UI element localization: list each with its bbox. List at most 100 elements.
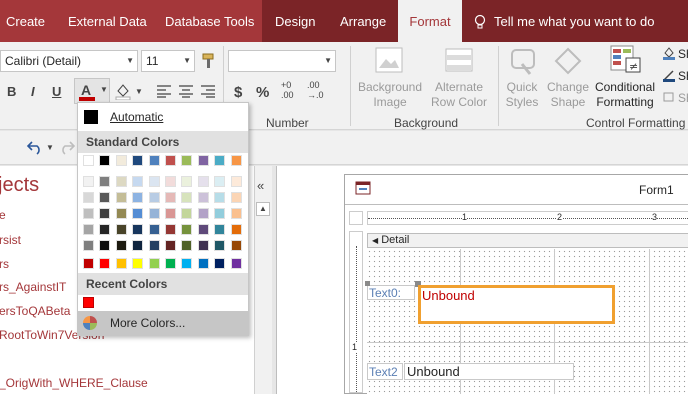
color-swatch[interactable] [214, 258, 226, 269]
color-swatch[interactable] [214, 208, 226, 219]
bold-button[interactable]: B [7, 84, 16, 99]
color-swatch[interactable] [197, 240, 209, 251]
color-swatch[interactable] [165, 192, 176, 203]
color-swatch[interactable] [83, 208, 94, 219]
background-image-button[interactable]: Background Image [356, 80, 424, 110]
shape-outline-button[interactable]: Sh [678, 69, 688, 83]
color-swatch[interactable] [230, 208, 242, 219]
color-swatch[interactable] [165, 208, 176, 219]
tab-design[interactable]: Design [275, 0, 315, 42]
color-swatch[interactable] [132, 155, 144, 166]
font-name-combo[interactable]: Calibri (Detail) ▼ [0, 50, 138, 72]
color-swatch[interactable] [165, 176, 176, 187]
tab-create[interactable]: Create [6, 0, 45, 42]
tab-format[interactable]: Format [398, 0, 462, 42]
color-swatch[interactable] [165, 224, 176, 235]
color-swatch[interactable] [132, 176, 144, 187]
color-swatch[interactable] [181, 155, 193, 166]
color-swatch[interactable] [165, 240, 176, 251]
color-swatch[interactable] [181, 208, 193, 219]
text0-textbox[interactable]: Unbound [418, 285, 615, 324]
color-swatch[interactable] [132, 208, 144, 219]
color-swatch[interactable] [99, 240, 111, 251]
color-swatch[interactable] [181, 192, 193, 203]
color-swatch[interactable] [148, 208, 160, 219]
tab-database-tools[interactable]: Database Tools [165, 0, 254, 42]
nav-item[interactable]: e [0, 208, 6, 222]
tab-arrange[interactable]: Arrange [340, 0, 386, 42]
undo-icon[interactable] [26, 139, 44, 155]
change-shape-button[interactable]: Change Shape [544, 80, 592, 110]
scroll-up-icon[interactable]: ▲ [256, 202, 270, 216]
nav-item[interactable]: rsist [0, 233, 21, 247]
color-swatch[interactable] [214, 155, 226, 166]
nav-pane-scrollbar[interactable]: « ▲ [254, 166, 272, 394]
align-center-icon[interactable] [178, 84, 194, 98]
nav-item[interactable]: _OrigWith_WHERE_Clause [0, 376, 148, 390]
more-colors-option[interactable]: More Colors... [78, 311, 248, 335]
color-swatch[interactable] [181, 240, 193, 251]
color-swatch[interactable] [197, 224, 209, 235]
color-swatch[interactable] [230, 155, 242, 166]
color-swatch[interactable] [230, 224, 242, 235]
color-swatch[interactable] [197, 192, 209, 203]
form-selector[interactable] [349, 211, 363, 225]
color-swatch[interactable] [132, 192, 144, 203]
color-swatch[interactable] [83, 176, 94, 187]
color-swatch[interactable] [230, 258, 242, 269]
color-swatch[interactable] [83, 192, 94, 203]
color-swatch[interactable] [230, 176, 242, 187]
color-swatch[interactable] [99, 192, 111, 203]
quick-styles-button[interactable]: Quick Styles [500, 80, 544, 110]
decrease-decimals-button[interactable]: .00 →.0 [307, 80, 324, 100]
chevron-down-icon[interactable]: ▼ [46, 143, 54, 152]
color-swatch[interactable] [148, 224, 160, 235]
color-swatch[interactable] [132, 258, 144, 269]
color-swatch[interactable] [197, 176, 209, 187]
color-swatch[interactable] [115, 240, 127, 251]
color-swatch[interactable] [115, 192, 127, 203]
color-swatch[interactable] [83, 240, 94, 251]
color-swatch[interactable] [214, 224, 226, 235]
color-swatch[interactable] [115, 224, 127, 235]
color-swatch[interactable] [197, 208, 209, 219]
number-format-combo[interactable]: ▼ [228, 50, 336, 72]
currency-button[interactable]: $ [234, 84, 242, 101]
increase-decimals-button[interactable]: +0 .00 [281, 80, 294, 100]
redo-icon[interactable] [58, 139, 76, 155]
color-swatch[interactable] [99, 224, 111, 235]
nav-item[interactable]: ersToQABeta [0, 304, 70, 318]
color-swatch[interactable] [148, 240, 160, 251]
color-swatch[interactable] [148, 192, 160, 203]
color-swatch[interactable] [83, 224, 94, 235]
color-swatch[interactable] [115, 258, 127, 269]
color-swatch[interactable] [230, 240, 242, 251]
color-swatch[interactable] [197, 258, 209, 269]
color-swatch[interactable] [181, 224, 193, 235]
color-swatch[interactable] [214, 192, 226, 203]
color-swatch[interactable] [115, 208, 127, 219]
automatic-color-option[interactable]: Automatic [110, 110, 163, 124]
alternate-row-color-button[interactable]: Alternate Row Color [424, 80, 494, 110]
color-swatch[interactable] [99, 155, 111, 166]
nav-item[interactable]: rs_AgainstIT [0, 280, 66, 294]
nav-item[interactable]: rs [0, 257, 9, 271]
color-swatch[interactable] [148, 176, 160, 187]
tell-me-search[interactable]: Tell me what you want to do [494, 0, 654, 42]
format-painter-icon[interactable] [200, 52, 218, 70]
color-swatch[interactable] [83, 155, 94, 166]
tab-external-data[interactable]: External Data [68, 0, 147, 42]
shape-effects-button[interactable]: Sh [678, 91, 688, 105]
color-swatch[interactable] [132, 224, 144, 235]
color-swatch[interactable] [115, 155, 127, 166]
detail-section-header[interactable]: ◀ Detail [367, 233, 688, 248]
color-swatch[interactable] [165, 155, 176, 166]
color-swatch[interactable] [148, 155, 160, 166]
color-swatch[interactable] [197, 155, 209, 166]
align-right-icon[interactable] [200, 84, 216, 98]
percent-button[interactable]: % [256, 84, 269, 101]
color-swatch[interactable] [148, 258, 160, 269]
color-swatch[interactable] [214, 240, 226, 251]
shape-fill-button[interactable]: Sh [678, 47, 688, 61]
color-swatch[interactable] [83, 258, 94, 269]
